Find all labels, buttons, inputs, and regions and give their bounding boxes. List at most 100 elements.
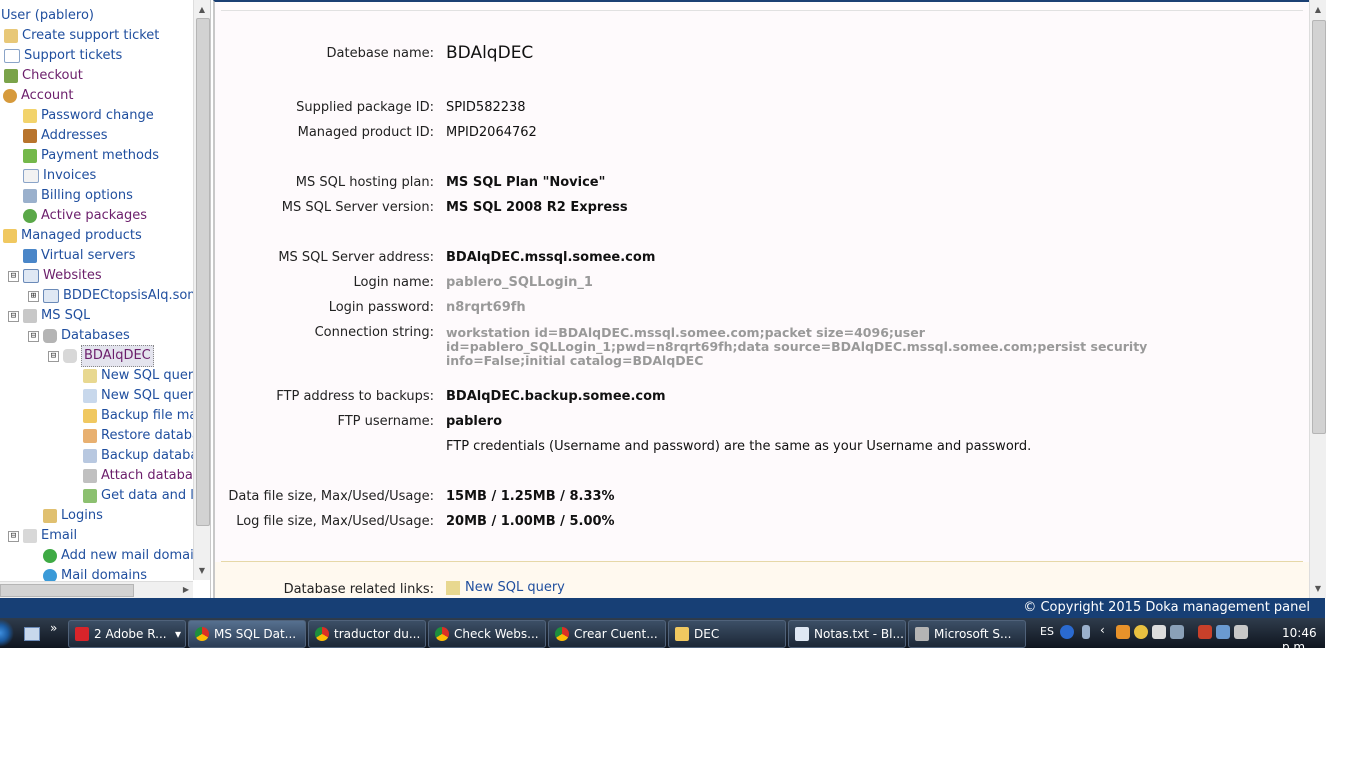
chevron-left-icon[interactable]: ‹ <box>1100 623 1114 637</box>
get-data-icon <box>83 489 97 503</box>
folder-icon <box>675 627 689 641</box>
product-id-value: MPID2064762 <box>446 125 537 140</box>
scrollbar-thumb[interactable] <box>196 18 210 526</box>
sidebar-item-new-sql-query[interactable]: New SQL query <box>83 366 193 386</box>
sidebar-item-addresses[interactable]: Addresses <box>23 126 108 146</box>
server-address-value: BDAlqDEC.mssql.somee.com <box>446 250 656 265</box>
sidebar-vertical-scrollbar[interactable]: ▲ ▼ <box>193 0 210 580</box>
scroll-up-arrow-icon[interactable]: ▲ <box>1310 3 1326 17</box>
volume-icon[interactable] <box>1234 625 1248 639</box>
task-folder-dec[interactable]: DEC <box>668 620 786 648</box>
collapse-mssql-toggle[interactable]: ⊟ <box>8 311 19 322</box>
sidebar-item-label: Add new mail domain <box>61 548 193 563</box>
sql-query-icon <box>83 369 97 383</box>
divider <box>221 10 1303 11</box>
task-chrome-crear-cuenta[interactable]: Crear Cuent... <box>548 620 666 648</box>
sidebar-item-support-tickets[interactable]: Support tickets <box>4 46 122 66</box>
language-indicator[interactable]: ES <box>1040 625 1054 638</box>
sidebar-item-label: New SQL query <box>101 368 193 383</box>
sidebar-item-mail-domains[interactable]: Mail domains <box>43 566 147 582</box>
sidebar-item-databases[interactable]: Databases <box>43 326 130 346</box>
avast-icon[interactable] <box>1116 625 1130 639</box>
collapse-websites-toggle[interactable]: ⊟ <box>8 271 19 282</box>
quick-launch-chevron-icon[interactable]: » <box>50 621 57 635</box>
sidebar: User (pablero) Create support ticket Sup… <box>0 0 211 598</box>
sidebar-item-label: Databases <box>61 328 130 343</box>
sidebar-item-database-bdalqdec[interactable]: BDAlqDEC <box>63 345 154 367</box>
task-label: DEC <box>694 627 720 641</box>
sidebar-item-account[interactable]: Account <box>3 86 74 106</box>
sql-management-icon <box>915 627 929 641</box>
main-vertical-scrollbar[interactable]: ▲ ▼ <box>1309 0 1326 598</box>
chrome-icon <box>195 627 209 641</box>
sidebar-item-label: BDAlqDEC <box>81 345 154 367</box>
sidebar-item-get-data-and-log[interactable]: Get data and log <box>83 486 193 506</box>
sidebar-item-ms-sql[interactable]: MS SQL <box>23 306 90 326</box>
task-adobe-reader[interactable]: 2 Adobe R... ▾ <box>68 620 186 648</box>
package-id-value: SPID582238 <box>446 100 526 115</box>
database-details-panel: Datebase name: BDAlqDEC Supplied package… <box>213 0 1311 600</box>
sidebar-item-label: Account <box>21 88 74 103</box>
sidebar-item-managed-products[interactable]: Managed products <box>3 226 142 246</box>
scroll-right-arrow-icon[interactable]: ▶ <box>183 582 189 598</box>
sidebar-item-virtual-servers[interactable]: Virtual servers <box>23 246 136 266</box>
sidebar-item-new-sql-query-2[interactable]: New SQL query <box>83 386 193 406</box>
sidebar-item-website-bddectopsisalq[interactable]: BDDECtopsisAlq.somee <box>43 286 193 306</box>
task-chrome-traductor[interactable]: traductor du... <box>308 620 426 648</box>
scroll-down-arrow-icon[interactable]: ▼ <box>1310 582 1326 596</box>
power-icon[interactable] <box>1198 625 1212 639</box>
show-desktop-icon[interactable] <box>24 627 40 641</box>
chevron-down-icon: ▾ <box>174 627 181 641</box>
connection-string-value: workstation id=BDAlqDEC.mssql.somee.com;… <box>446 325 1148 368</box>
clock[interactable]: 10:46 p.m. <box>1282 626 1325 654</box>
sidebar-item-add-new-mail-domain[interactable]: Add new mail domain <box>43 546 193 566</box>
task-chrome-mssql[interactable]: MS SQL Dat... <box>188 620 306 648</box>
sidebar-item-label: Support tickets <box>24 48 123 63</box>
ftp-address-label: FTP address to backups: <box>276 389 434 404</box>
scroll-down-arrow-icon[interactable]: ▼ <box>194 563 210 579</box>
sidebar-item-checkout[interactable]: Checkout <box>4 66 83 86</box>
sidebar-item-payment-methods[interactable]: Payment methods <box>23 146 159 166</box>
network-icon[interactable] <box>1216 625 1230 639</box>
new-sql-query-link[interactable]: New SQL query <box>446 580 565 595</box>
sidebar-item-create-support-ticket[interactable]: Create support ticket <box>4 26 159 46</box>
sidebar-item-email[interactable]: Email <box>23 526 77 546</box>
sidebar-item-restore-database[interactable]: Restore database <box>83 426 193 446</box>
sidebar-item-billing-options[interactable]: Billing options <box>23 186 133 206</box>
start-orb-icon[interactable] <box>0 619 14 647</box>
expand-website-toggle[interactable]: ⊞ <box>28 291 39 302</box>
sidebar-item-backup-file-manager[interactable]: Backup file manager <box>83 406 193 426</box>
help-icon[interactable] <box>1060 625 1074 639</box>
sidebar-item-attach-database[interactable]: Attach database <box>83 466 193 486</box>
scrollbar-thumb[interactable] <box>1312 20 1326 434</box>
sidebar-item-password-change[interactable]: Password change <box>23 106 154 126</box>
collapse-database-toggle[interactable]: ⊟ <box>48 351 59 362</box>
scrollbar-thumb[interactable] <box>0 584 134 597</box>
copyright-text: © Copyright 2015 Doka management panel <box>1023 600 1310 615</box>
display-icon[interactable] <box>1170 625 1184 639</box>
sidebar-item-label: Mail domains <box>61 568 147 582</box>
websites-icon <box>23 269 39 283</box>
network-share-icon[interactable] <box>1152 625 1166 639</box>
task-label: Check Webs... <box>454 627 539 641</box>
task-sql-management-studio[interactable]: Microsoft S... <box>908 620 1026 648</box>
collapse-databases-toggle[interactable]: ⊟ <box>28 331 39 342</box>
sidebar-item-invoices[interactable]: Invoices <box>23 166 96 186</box>
language-bar-icon[interactable] <box>1082 625 1090 639</box>
scroll-up-arrow-icon[interactable]: ▲ <box>194 2 210 18</box>
login-password-label: Login password: <box>328 300 434 315</box>
task-notepad[interactable]: Notas.txt - Bl... <box>788 620 906 648</box>
sidebar-item-active-packages[interactable]: Active packages <box>23 206 147 226</box>
sidebar-horizontal-scrollbar[interactable]: ▶ <box>0 581 193 598</box>
sidebar-item-websites[interactable]: Websites <box>23 266 102 286</box>
sidebar-item-label: Billing options <box>41 188 133 203</box>
sidebar-item-user[interactable]: User (pablero) <box>1 6 94 26</box>
sidebar-item-logins[interactable]: Logins <box>43 506 103 526</box>
sidebar-item-backup-database[interactable]: Backup database <box>83 446 193 466</box>
norton-icon[interactable] <box>1134 625 1148 639</box>
task-chrome-check-websites[interactable]: Check Webs... <box>428 620 546 648</box>
collapse-email-toggle[interactable]: ⊟ <box>8 531 19 542</box>
server-icon <box>23 249 37 263</box>
data-file-size-label: Data file size, Max/Used/Usage: <box>228 489 434 504</box>
db-name-label: Datebase name: <box>326 46 434 61</box>
